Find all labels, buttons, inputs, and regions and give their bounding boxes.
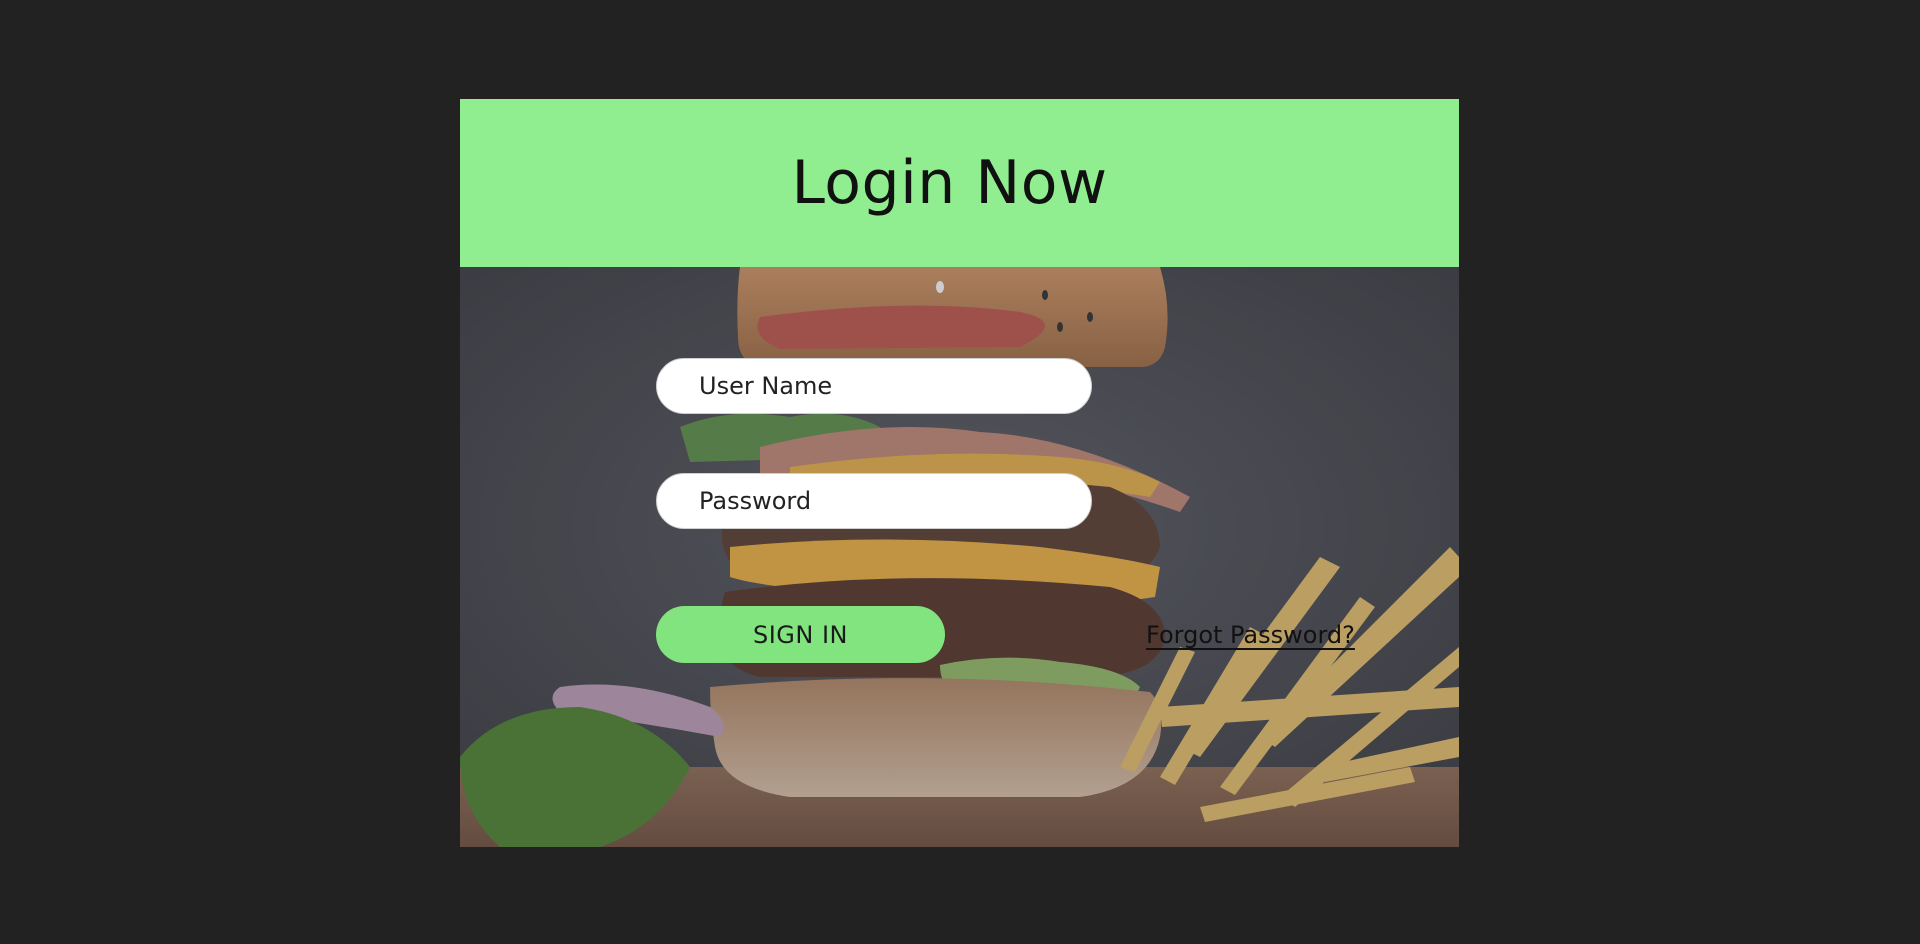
header-bar: Login Now (460, 99, 1459, 267)
username-input[interactable] (656, 358, 1092, 414)
login-window: Login Now SIGN IN Forgot Password? (460, 99, 1459, 847)
sign-in-button[interactable]: SIGN IN (656, 606, 945, 663)
password-input[interactable] (656, 473, 1092, 529)
page-title: Login Now (791, 148, 1108, 218)
forgot-password-link[interactable]: Forgot Password? (1146, 621, 1355, 649)
burger-background-image (460, 267, 1459, 847)
